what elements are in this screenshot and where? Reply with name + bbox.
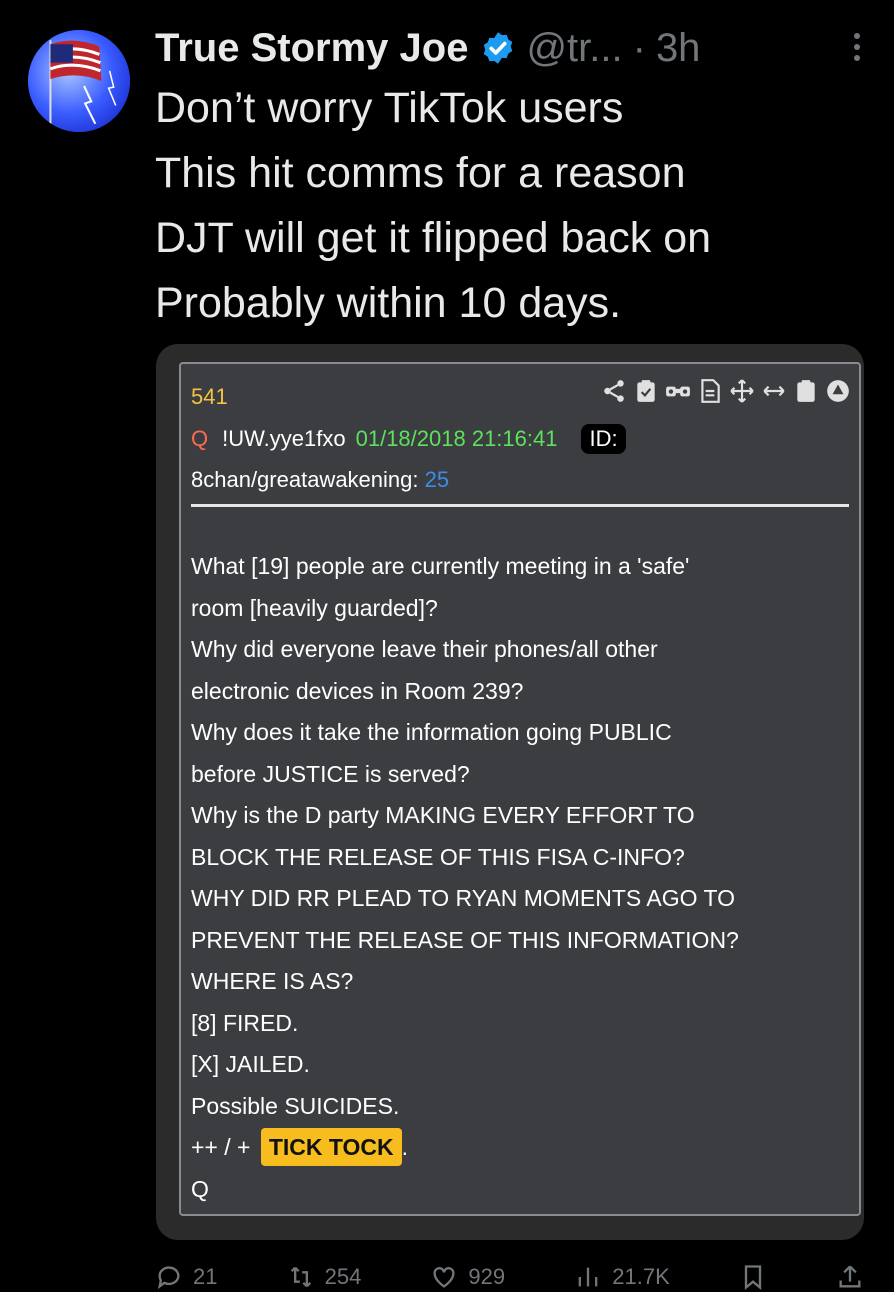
repost-icon (290, 1266, 311, 1288)
share-button[interactable] (836, 1262, 864, 1292)
tweet-text-line: Don’t worry TikTok users (155, 84, 624, 132)
share-icon (604, 380, 624, 402)
q-post-card: 541 Q !UW.yye1fxo 01/18/2018 21:16:41 ID… (179, 362, 861, 1216)
q-post-line: WHERE IS AS? (191, 968, 354, 994)
clipboard-check-icon (637, 380, 655, 402)
heart-icon (433, 1267, 455, 1288)
tick-tock-highlight: TICK TOCK (260, 1128, 402, 1166)
q-post-body: What [19] people are currently meeting i… (191, 546, 851, 1210)
views-count: 21.7K (612, 1264, 670, 1289)
q-post-id-badge: ID: (581, 424, 626, 454)
q-post-line: room [heavily guarded]? (191, 594, 438, 621)
q-post-tick-prefix: ++ / + (191, 1134, 251, 1160)
q-post-line: PREVENT THE RELEASE OF THIS INFORMATION? (191, 926, 739, 953)
share-icon (839, 1265, 861, 1288)
tweet-media-image[interactable]: 541 Q !UW.yye1fxo 01/18/2018 21:16:41 ID… (156, 344, 864, 1240)
like-button[interactable]: 929 (430, 1262, 505, 1292)
author-name[interactable]: True Stormy Joe (155, 26, 468, 71)
reply-count: 21 (193, 1264, 218, 1289)
tweet-header: True Stormy Joe @tr... · 3h (155, 18, 864, 78)
q-post-tick-suffix: . (401, 1134, 409, 1160)
q-post-tripcode: !UW.yye1fxo (222, 426, 346, 451)
q-post-line: [8] FIRED. (191, 1009, 299, 1036)
q-post-line: Why is the D party MAKING EVERY EFFORT T… (191, 802, 695, 828)
q-post-board-name: 8chan/greatawakening: (191, 467, 419, 492)
move-icon (730, 379, 754, 403)
q-post-line: BLOCK THE RELEASE OF THIS FISA C-INFO? (191, 843, 685, 870)
repost-count: 254 (324, 1264, 362, 1289)
tweet-text: Don’t worry TikTok users This hit comms … (155, 76, 875, 336)
tweet-text-line: DJT will get it flipped back on (155, 214, 712, 262)
resize-horizontal-icon (763, 385, 785, 397)
views-button[interactable]: 21.7K (574, 1262, 670, 1292)
divider (191, 504, 849, 507)
q-post-author: Q (191, 426, 209, 451)
q-post-line: What [19] people are currently meeting i… (191, 553, 690, 579)
arrow-up-circle-icon (827, 380, 849, 402)
document-icon (701, 379, 720, 403)
separator-dot: · (632, 25, 646, 70)
q-post-line: [X] JAILED. (191, 1051, 310, 1077)
author-handle[interactable]: @tr... (526, 26, 622, 71)
q-post-toolbar (601, 378, 851, 404)
verified-badge-icon (484, 32, 513, 64)
reply-button[interactable]: 21 (155, 1262, 217, 1292)
q-post-datetime: 01/18/2018 21:16:41 (355, 426, 558, 451)
avatar[interactable] (28, 30, 130, 132)
reply-icon (157, 1266, 180, 1290)
q-post-board-count: 25 (424, 467, 450, 492)
tweet-text-line: Probably within 10 days. (155, 279, 622, 327)
like-count: 929 (468, 1264, 506, 1289)
q-post-number: 541 (191, 384, 228, 409)
binoculars-icon (666, 386, 690, 397)
avatar-flag-image (28, 30, 130, 132)
repost-button[interactable]: 254 (287, 1262, 362, 1292)
q-post-tick-line: ++ / + TICK TOCK. (191, 1127, 851, 1169)
bookmark-button[interactable] (739, 1262, 767, 1292)
tweet-time[interactable]: 3h (656, 26, 701, 71)
q-post-line: Why does it take the information going P… (191, 719, 672, 745)
more-options-icon[interactable] (850, 30, 864, 64)
q-post-board: 8chan/greatawakening: 25 (191, 467, 449, 493)
q-post-line: Possible SUICIDES. (191, 1092, 400, 1119)
views-chart-icon (578, 1267, 598, 1287)
tweet-action-bar: 21 254 929 21.7K (155, 1262, 864, 1292)
q-post-line: WHY DID RR PLEAD TO RYAN MOMENTS AGO TO (191, 885, 736, 911)
tweet-text-line: This hit comms for a reason (155, 149, 686, 197)
q-post-signature: Q (191, 1175, 209, 1202)
q-post-line: electronic devices in Room 239? (191, 677, 524, 704)
q-post-line: before JUSTICE is served? (191, 760, 470, 787)
q-post-line: Why did everyone leave their phones/all … (191, 636, 658, 662)
clipboard-icon (797, 380, 815, 402)
bookmark-icon (744, 1265, 762, 1290)
q-post-meta: Q !UW.yye1fxo 01/18/2018 21:16:41 ID: (191, 424, 626, 454)
